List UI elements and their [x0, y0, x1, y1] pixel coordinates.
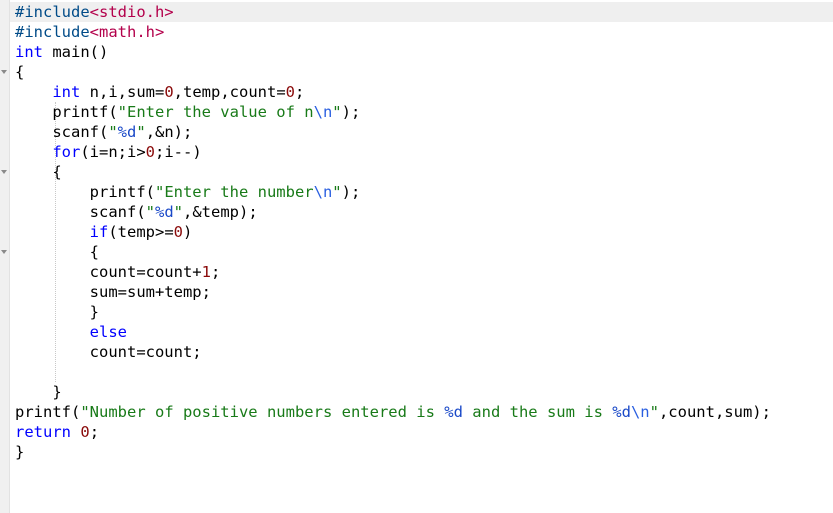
code-token: "Number of positive numbers entered is — [80, 403, 445, 421]
code-token: %d — [155, 203, 174, 221]
code-token: " — [649, 403, 659, 421]
code-token: \n — [630, 403, 650, 421]
code-line[interactable]: scanf("%d",&n); — [0, 122, 833, 142]
code-line[interactable]: printf("Enter the value of n\n"); — [0, 102, 833, 122]
code-token: scanf( — [15, 123, 109, 141]
code-token: ); — [341, 183, 361, 201]
code-token: ,&temp); — [183, 203, 258, 221]
code-line[interactable]: if(temp>=0) — [0, 222, 833, 242]
code-token: ,temp,count= — [173, 83, 286, 101]
code-token: #include — [15, 3, 90, 21]
code-line[interactable]: for(i=n;i>0;i--) — [0, 142, 833, 162]
code-token: <math.h> — [89, 23, 165, 41]
code-token: %d — [612, 403, 631, 421]
code-token: #include — [15, 23, 90, 41]
code-token: ; — [89, 423, 100, 441]
code-line[interactable]: count=count; — [0, 342, 833, 362]
code-line[interactable]: #include<stdio.h> — [0, 2, 833, 22]
code-line[interactable]: scanf("%d",&temp); — [0, 202, 833, 222]
code-token: \n — [313, 103, 333, 121]
code-line[interactable]: int main() — [0, 42, 833, 62]
code-token: ; — [210, 263, 221, 281]
code-line[interactable]: } — [0, 382, 833, 402]
code-token: 0 — [145, 143, 155, 161]
code-token: for — [52, 143, 81, 161]
code-token: %d — [117, 123, 137, 141]
code-line[interactable]: } — [0, 302, 833, 322]
code-token: ,&n); — [145, 123, 193, 141]
code-line[interactable]: return 0; — [0, 422, 833, 442]
code-token: { — [15, 243, 99, 261]
code-token: count=count+ — [15, 263, 202, 281]
code-token: int — [52, 83, 81, 101]
code-token: sum=sum+temp; — [15, 283, 211, 301]
code-token: n,i,sum= — [80, 83, 165, 101]
code-token: count=count; — [15, 343, 202, 361]
code-token: 0 — [173, 223, 183, 241]
code-line[interactable]: printf("Enter the number\n"); — [0, 182, 833, 202]
code-line[interactable]: int n,i,sum=0,temp,count=0; — [0, 82, 833, 102]
code-token: ; — [295, 83, 305, 101]
code-token: "Enter the number — [154, 183, 314, 201]
code-token: else — [89, 323, 127, 341]
code-editor[interactable]: #include<stdio.h> #include<math.h> int mai… — [0, 0, 833, 513]
code-token: ,count,sum); — [658, 403, 771, 421]
code-token: 1 — [201, 263, 211, 281]
code-line[interactable]: { — [0, 242, 833, 262]
code-token: 0 — [164, 83, 174, 101]
code-token: printf( — [15, 103, 118, 121]
code-token: " — [136, 123, 146, 141]
code-token: { — [15, 163, 62, 181]
code-token: " — [173, 203, 184, 221]
code-token: ) — [183, 223, 193, 241]
code-token: return — [15, 423, 71, 441]
code-token: 0 — [80, 423, 90, 441]
code-area[interactable]: #include<stdio.h> #include<math.h> int mai… — [0, 2, 833, 462]
code-token: printf( — [15, 183, 155, 201]
code-token: (i=n;i> — [80, 143, 146, 161]
code-token: 0 — [285, 83, 295, 101]
code-line[interactable]: { — [0, 62, 833, 82]
code-token: { — [15, 63, 25, 81]
code-token: (temp>= — [108, 223, 174, 241]
code-token: " — [332, 183, 342, 201]
code-token: "Enter the value of n — [117, 103, 314, 121]
code-token: " — [332, 103, 342, 121]
code-token: \n — [313, 183, 333, 201]
code-line[interactable]: else — [0, 322, 833, 342]
code-token: printf( — [15, 403, 81, 421]
code-token: } — [15, 443, 25, 461]
code-token: ;i--) — [155, 143, 202, 161]
code-line[interactable]: #include<math.h> — [0, 22, 833, 42]
code-token: " — [145, 203, 155, 221]
code-token: } — [15, 383, 62, 401]
code-token: } — [15, 303, 99, 321]
code-token: and the sum is — [462, 403, 613, 421]
code-token: if — [89, 223, 109, 241]
code-token: main() — [43, 43, 109, 61]
code-token: scanf( — [15, 203, 146, 221]
code-line[interactable]: sum=sum+temp; — [0, 282, 833, 302]
code-line[interactable]: } — [0, 442, 833, 462]
code-token: int — [15, 43, 43, 61]
code-token: ); — [341, 103, 361, 121]
code-line[interactable]: count=count+1; — [0, 262, 833, 282]
code-token: " — [108, 123, 118, 141]
code-line[interactable] — [0, 362, 833, 382]
code-line[interactable]: printf("Number of positive numbers enter… — [0, 402, 833, 422]
code-line[interactable]: { — [0, 162, 833, 182]
code-token: <stdio.h> — [89, 3, 174, 21]
code-token: %d — [444, 403, 463, 421]
